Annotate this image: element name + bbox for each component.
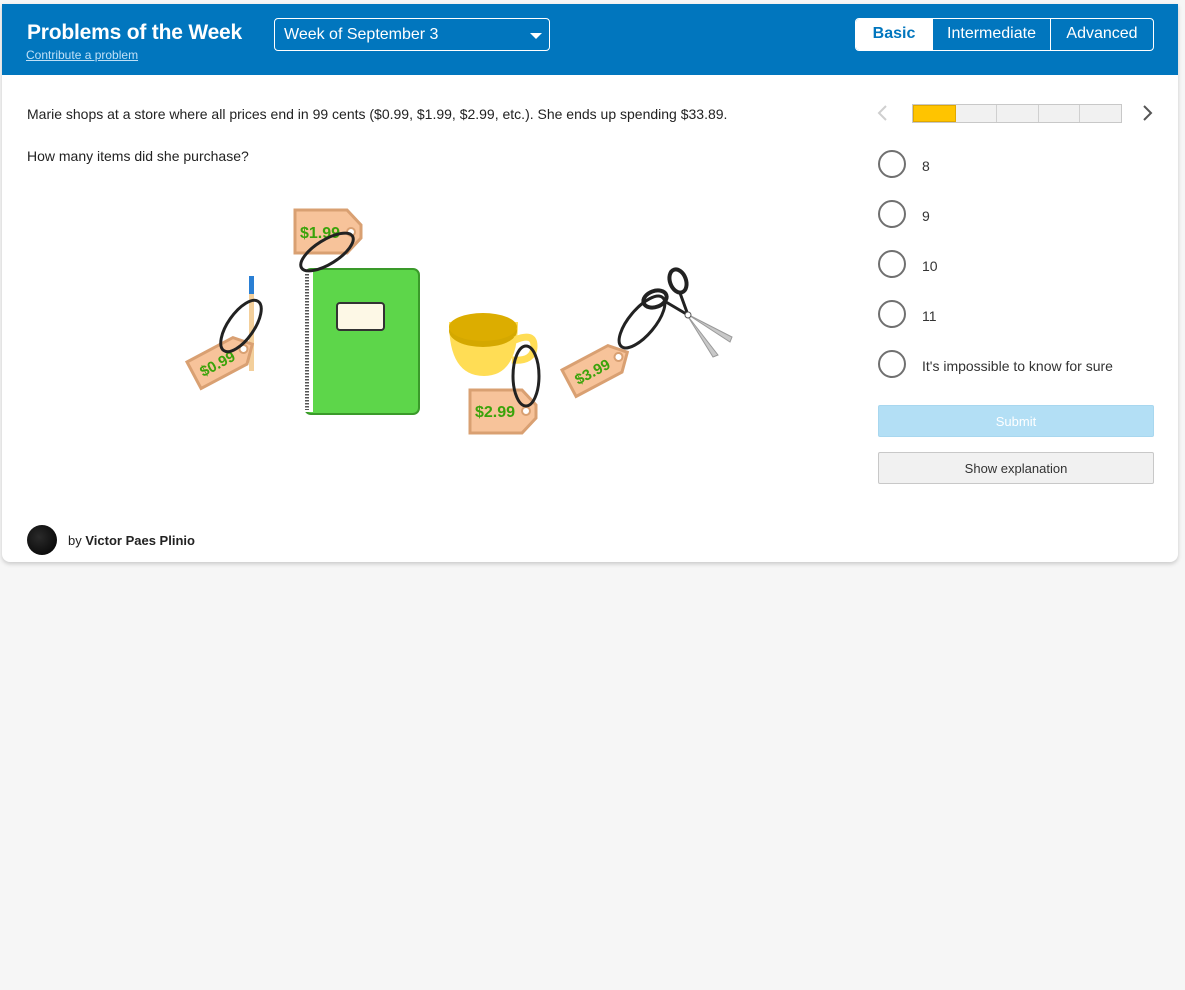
chevron-left-icon[interactable] xyxy=(876,104,890,122)
progress-bar xyxy=(912,104,1122,123)
author-by: by xyxy=(68,533,82,548)
progress-segment xyxy=(956,105,998,122)
price-tag-cup: $2.99 xyxy=(468,388,538,435)
answer-label: 8 xyxy=(922,158,930,174)
radio-button[interactable] xyxy=(878,150,906,178)
notebook-icon xyxy=(301,268,420,415)
tab-intermediate[interactable]: Intermediate xyxy=(932,19,1050,50)
answer-option[interactable]: 11 xyxy=(877,298,1157,328)
week-select-value: Week of September 3 xyxy=(284,26,439,43)
radio-button[interactable] xyxy=(878,350,906,378)
week-select[interactable]: Week of September 3 xyxy=(274,18,550,51)
show-explanation-button[interactable]: Show explanation xyxy=(878,452,1154,484)
answer-label: 11 xyxy=(922,308,937,324)
chevron-down-icon xyxy=(530,33,542,39)
progress-segment xyxy=(1080,105,1121,122)
author-name: Victor Paes Plinio xyxy=(85,533,195,548)
chevron-right-icon[interactable] xyxy=(1140,104,1154,122)
price-tag-label: $1.99 xyxy=(300,225,340,242)
answer-label: It's impossible to know for sure xyxy=(922,358,1113,374)
answer-option[interactable]: It's impossible to know for sure xyxy=(877,348,1157,378)
submit-button[interactable]: Submit xyxy=(878,405,1154,437)
header-bar: Problems of the Week Contribute a proble… xyxy=(2,4,1178,75)
progress-segment xyxy=(997,105,1039,122)
cup-icon xyxy=(449,313,538,376)
problem-card: Problems of the Week Contribute a proble… xyxy=(2,4,1178,562)
problem-statement: Marie shops at a store where all prices … xyxy=(27,106,728,122)
contribute-link[interactable]: Contribute a problem xyxy=(26,48,138,62)
problem-progress xyxy=(874,100,1160,126)
author-byline: by Victor Paes Plinio xyxy=(68,533,195,548)
answer-option[interactable]: 9 xyxy=(877,198,1157,228)
problem-illustration: $0.99 $1.99 $2.99 $3.99 xyxy=(184,208,733,435)
progress-segment xyxy=(1039,105,1081,122)
tab-advanced[interactable]: Advanced xyxy=(1050,19,1153,50)
radio-button[interactable] xyxy=(878,300,906,328)
price-tag-label: $2.99 xyxy=(475,404,515,421)
progress-segment xyxy=(913,105,956,122)
tab-basic[interactable]: Basic xyxy=(856,19,932,50)
app-title: Problems of the Week xyxy=(27,21,243,44)
answer-option[interactable]: 8 xyxy=(877,148,1157,178)
radio-button[interactable] xyxy=(878,250,906,278)
level-tabs: Basic Intermediate Advanced xyxy=(855,18,1154,51)
answer-label: 10 xyxy=(922,258,938,274)
problem-question: How many items did she purchase? xyxy=(27,148,249,164)
radio-button[interactable] xyxy=(878,200,906,228)
answer-option[interactable]: 10 xyxy=(877,248,1157,278)
avatar xyxy=(27,525,57,555)
scissors-icon xyxy=(641,267,733,358)
answer-label: 9 xyxy=(922,208,930,224)
